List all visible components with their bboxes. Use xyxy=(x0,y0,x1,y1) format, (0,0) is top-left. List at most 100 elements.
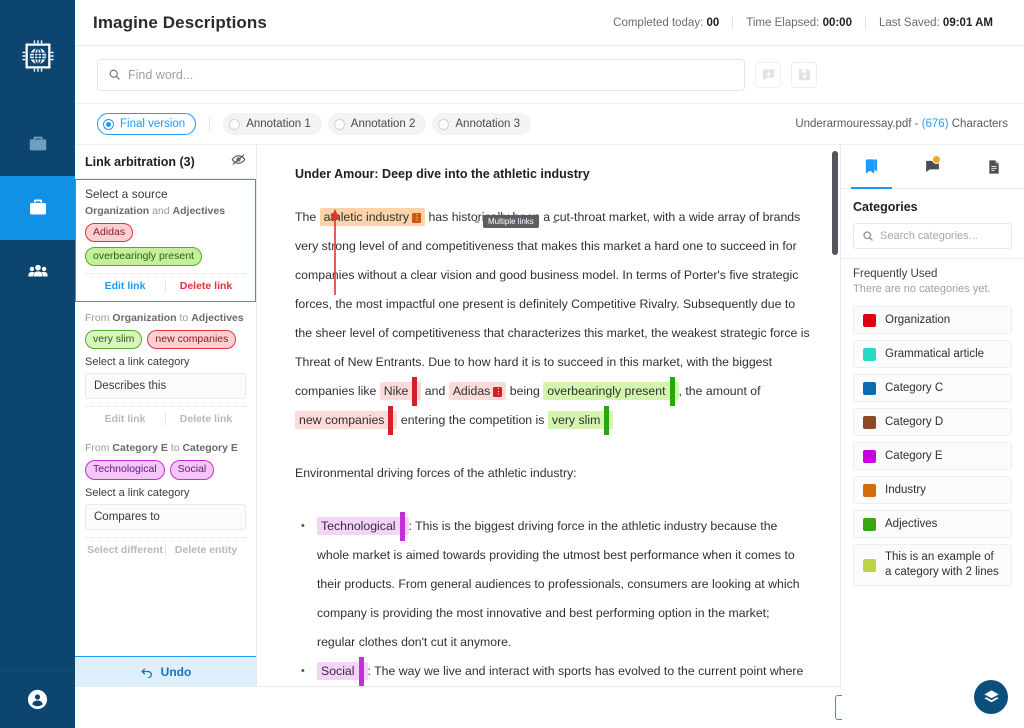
category-label: Grammatical article xyxy=(885,348,984,360)
annotation-text: Technological xyxy=(321,519,396,533)
version-tab-final[interactable]: Final version xyxy=(97,113,196,135)
save-document-button[interactable] xyxy=(791,62,817,88)
category-item-two-line-example[interactable]: This is an example of a category with 2 … xyxy=(853,544,1012,586)
annotation-technological[interactable]: Technological xyxy=(317,517,409,535)
user-avatar[interactable] xyxy=(0,670,75,728)
edit-link-button[interactable]: Edit link xyxy=(85,413,165,425)
delete-link-button[interactable]: Delete link xyxy=(166,413,246,425)
entity-chip[interactable]: overbearingly present xyxy=(85,247,202,266)
tab-comments[interactable] xyxy=(902,145,963,188)
link-card[interactable]: From Organization to Adjectives very sli… xyxy=(75,304,256,434)
annotation-grip-icon[interactable]: ⋮ xyxy=(493,387,502,397)
stat-label: Completed today: xyxy=(613,17,703,29)
list-item: Technological : This is the biggest driv… xyxy=(295,512,810,657)
sidebar-item-projects[interactable] xyxy=(0,112,75,176)
add-comment-button[interactable] xyxy=(755,62,781,88)
color-swatch-icon xyxy=(863,348,876,361)
multiple-links-badge[interactable]: Multiple links xyxy=(483,215,539,228)
sidebar-item-work[interactable] xyxy=(0,176,75,240)
annotation-new-companies[interactable]: new companies xyxy=(295,411,397,429)
category-item-category-c[interactable]: Category C xyxy=(853,374,1012,402)
entity-chip[interactable]: Adidas xyxy=(85,223,133,242)
version-tab-annotation-3[interactable]: Annotation 3 xyxy=(432,113,531,135)
briefcase-icon xyxy=(26,196,50,220)
search-icon xyxy=(108,68,121,81)
entity-chip[interactable]: new companies xyxy=(147,330,236,349)
divider xyxy=(209,116,210,132)
document-title: Under Amour: Deep dive into the athletic… xyxy=(295,167,810,181)
version-label: Annotation 1 xyxy=(246,118,311,130)
file-separator: - xyxy=(915,118,919,130)
color-swatch-icon xyxy=(863,518,876,531)
stat-time-elapsed: Time Elapsed: 00:00 xyxy=(732,17,865,29)
entity-chip[interactable]: Social xyxy=(170,460,215,479)
undo-button[interactable]: Undo xyxy=(75,656,256,686)
footer-bar: Save & Close Submit xyxy=(75,686,1024,728)
version-label: Annotation 3 xyxy=(455,118,520,130)
relation-prefix: From xyxy=(85,442,110,454)
entity-chip[interactable]: very slim xyxy=(85,330,142,349)
document-viewer[interactable]: Under Amour: Deep dive into the athletic… xyxy=(257,145,840,686)
add-comment-icon xyxy=(761,67,776,82)
people-icon xyxy=(25,259,51,285)
link-card[interactable]: From Category E to Category E Technologi… xyxy=(75,434,256,564)
link-card-actions: Edit link Delete link xyxy=(85,406,246,434)
layers-fab-button[interactable] xyxy=(974,680,1008,714)
annotation-tag-icon xyxy=(604,406,609,435)
file-info: Underarmouressay.pdf - (676) Characters xyxy=(795,118,1008,130)
category-item-category-d[interactable]: Category D xyxy=(853,408,1012,436)
search-toolbar: Find word... xyxy=(75,46,1024,104)
version-tab-annotation-1[interactable]: Annotation 1 xyxy=(223,113,322,135)
categories-tabs xyxy=(841,145,1024,189)
annotation-overbearingly-present[interactable]: overbearingly present xyxy=(543,382,678,400)
char-label: Characters xyxy=(952,118,1008,130)
eye-off-icon xyxy=(231,152,246,167)
select-different-button[interactable]: Select different xyxy=(85,544,165,556)
color-swatch-icon xyxy=(863,484,876,497)
top-header-bar: Imagine Descriptions Completed today: 00… xyxy=(75,0,1024,46)
annotation-very-slim[interactable]: very slim xyxy=(548,411,614,429)
sidebar-item-team[interactable] xyxy=(0,240,75,304)
list-item: Social : The way we live and interact wi… xyxy=(295,657,810,686)
category-item-industry[interactable]: Industry xyxy=(853,476,1012,504)
annotation-nike[interactable]: Nike xyxy=(380,382,422,400)
search-input[interactable]: Find word... xyxy=(97,59,745,91)
edit-link-button[interactable]: Edit link xyxy=(85,280,165,292)
category-item-adjectives[interactable]: Adjectives xyxy=(853,510,1012,538)
delete-entity-button[interactable]: Delete entity xyxy=(166,544,246,556)
relation-from: Organization xyxy=(85,205,149,217)
header-stats: Completed today: 00 Time Elapsed: 00:00 … xyxy=(600,17,1006,29)
annotation-grip-icon[interactable]: ⋮ xyxy=(412,213,421,223)
color-swatch-icon xyxy=(863,314,876,327)
link-card[interactable]: Select a source Organization and Adjecti… xyxy=(75,179,256,302)
version-tab-annotation-2[interactable]: Annotation 2 xyxy=(328,113,427,135)
annotation-adidas[interactable]: Adidas⋮ xyxy=(449,382,507,400)
tab-document[interactable] xyxy=(963,145,1024,188)
delete-link-button[interactable]: Delete link xyxy=(166,280,246,292)
category-item-grammatical-article[interactable]: Grammatical article xyxy=(853,340,1012,368)
link-category-select[interactable]: Describes this xyxy=(85,373,246,399)
categories-search-input[interactable]: Search categories... xyxy=(853,223,1012,249)
annotation-text: Social xyxy=(321,664,355,678)
category-label: Category E xyxy=(885,450,943,462)
link-card-chips: very slim new companies xyxy=(85,330,246,349)
briefcase-icon xyxy=(27,133,49,155)
workspace: Link arbitration (3) Select a source xyxy=(75,145,1024,686)
category-item-category-e[interactable]: Category E xyxy=(853,442,1012,470)
annotation-social[interactable]: Social xyxy=(317,662,368,680)
link-card-relation: From Organization to Adjectives xyxy=(85,312,246,324)
entity-chip[interactable]: Technological xyxy=(85,460,165,479)
category-label: Category C xyxy=(885,382,943,394)
hide-links-button[interactable] xyxy=(231,152,246,172)
stat-label: Last Saved: xyxy=(879,17,940,29)
char-count: (676) xyxy=(922,118,949,130)
annotation-athletic-industry[interactable]: athletic industry⋮ xyxy=(320,208,425,226)
tab-categories[interactable] xyxy=(841,145,902,188)
link-category-select[interactable]: Compares to xyxy=(85,504,246,530)
link-card-actions: Edit link Delete link xyxy=(85,273,246,301)
text-segment: has historically been a cut-throat marke… xyxy=(295,210,810,398)
category-item-organization[interactable]: Organization xyxy=(853,306,1012,334)
color-swatch-icon xyxy=(863,559,876,572)
chip-icon xyxy=(21,39,55,73)
annotation-tag-icon xyxy=(412,377,417,406)
